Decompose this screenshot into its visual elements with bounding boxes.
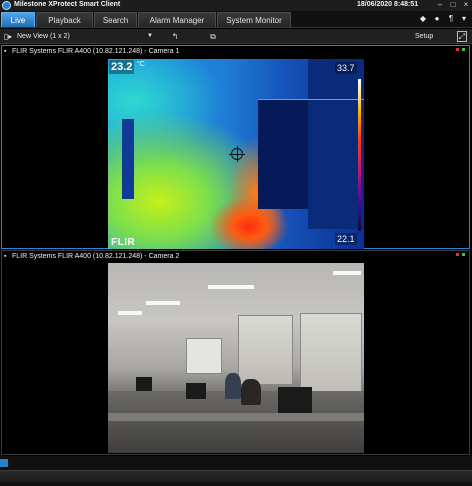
status-tab-icon[interactable] [0,459,8,467]
thermal-wall [308,59,364,229]
recording-icon [456,253,459,256]
ceiling-light [208,285,254,289]
ceiling-light [333,271,361,275]
tab-system-monitor[interactable]: System Monitor [217,12,291,27]
view-selector[interactable]: New View (1 x 2) ▼ [17,31,155,42]
office-video-feed[interactable] [108,263,364,453]
thermal-door [258,99,308,209]
spot-temperature: 23.2 [109,60,135,74]
spot-crosshair-icon [229,146,245,162]
person [241,379,261,405]
tab-playback[interactable]: Playback [36,12,93,27]
recording-icon [456,48,459,51]
live-icon [462,48,465,51]
monitor [186,383,206,399]
chevron-down-icon: ▼ [147,33,153,39]
person [225,373,241,399]
window [238,315,293,385]
tab-alarm-manager[interactable]: Alarm Manager [138,12,216,27]
app-logo-icon [2,1,11,10]
help-icon[interactable]: ● [432,14,442,24]
recording-indicators [456,48,466,53]
workspace-tabs: Live Playback Search Alarm Manager Syste… [0,11,472,28]
whiteboard [186,338,222,374]
close-icon[interactable]: × [460,0,472,10]
camera-2-title-text: FLIR Systems FLIR A400 (10.82.121.248) -… [12,253,180,260]
thermal-edge [258,99,364,100]
setup-button[interactable]: Setup [415,31,433,42]
view-selector-label: New View (1 x 2) [17,33,70,40]
maximize-icon[interactable]: □ [447,0,459,10]
timeline-strip [0,470,472,482]
flir-logo: FLIR [111,237,136,248]
app-title: Milestone XProtect Smart Client [14,1,121,8]
hide-pane-icon[interactable]: ▯▸ [2,31,14,42]
status-bar [0,456,472,486]
live-icon [462,253,465,256]
send-to-window-icon[interactable]: ↰ [170,31,180,42]
scale-max-value: 33.7 [335,62,357,74]
tab-live[interactable]: Live [1,12,35,27]
temperature-scale-bar [358,79,361,231]
settings-icon[interactable]: ▾ [459,14,469,24]
recording-indicators [456,253,466,258]
pin-icon[interactable]: ¶ [446,14,456,24]
ceiling-light [146,301,180,305]
monitor [136,377,152,391]
minimize-icon[interactable]: – [434,0,446,10]
scale-min-value: 22.1 [335,233,357,245]
fullscreen-icon[interactable]: ⤢ [457,31,467,42]
thermal-frame [122,119,134,199]
camera-pane-1[interactable]: ▪ FLIR Systems FLIR A400 (10.82.121.248) … [1,45,470,249]
desk-area [108,391,364,453]
view-options-icon[interactable]: ⧉ [208,31,218,42]
camera-icon: ▪ [4,48,7,55]
ceiling-light [118,311,142,315]
camera-pane-2[interactable]: ▪ FLIR Systems FLIR A400 (10.82.121.248) … [1,250,470,455]
diamond-arrows-icon[interactable]: ◆ [418,14,428,24]
monitor [278,387,312,415]
desk-edge [108,413,364,421]
clock-datetime: 18/06/2020 8:48:51 [357,1,419,8]
temperature-unit: °C [137,61,145,68]
camera-1-title: ▪ FLIR Systems FLIR A400 (10.82.121.248) … [4,47,179,56]
camera-2-title: ▪ FLIR Systems FLIR A400 (10.82.121.248) … [4,252,179,261]
camera-icon: ▪ [4,253,7,260]
tab-search[interactable]: Search [94,12,137,27]
title-bar: Milestone XProtect Smart Client 18/06/20… [0,0,472,11]
camera-1-title-text: FLIR Systems FLIR A400 (10.82.121.248) -… [12,48,180,55]
view-toolbar: ▯▸ New View (1 x 2) ▼ ↰ ⧉ Setup ⤢ [0,29,472,44]
thermal-video-feed[interactable]: 23.2 °C 33.7 22.1 FLIR [108,59,364,249]
